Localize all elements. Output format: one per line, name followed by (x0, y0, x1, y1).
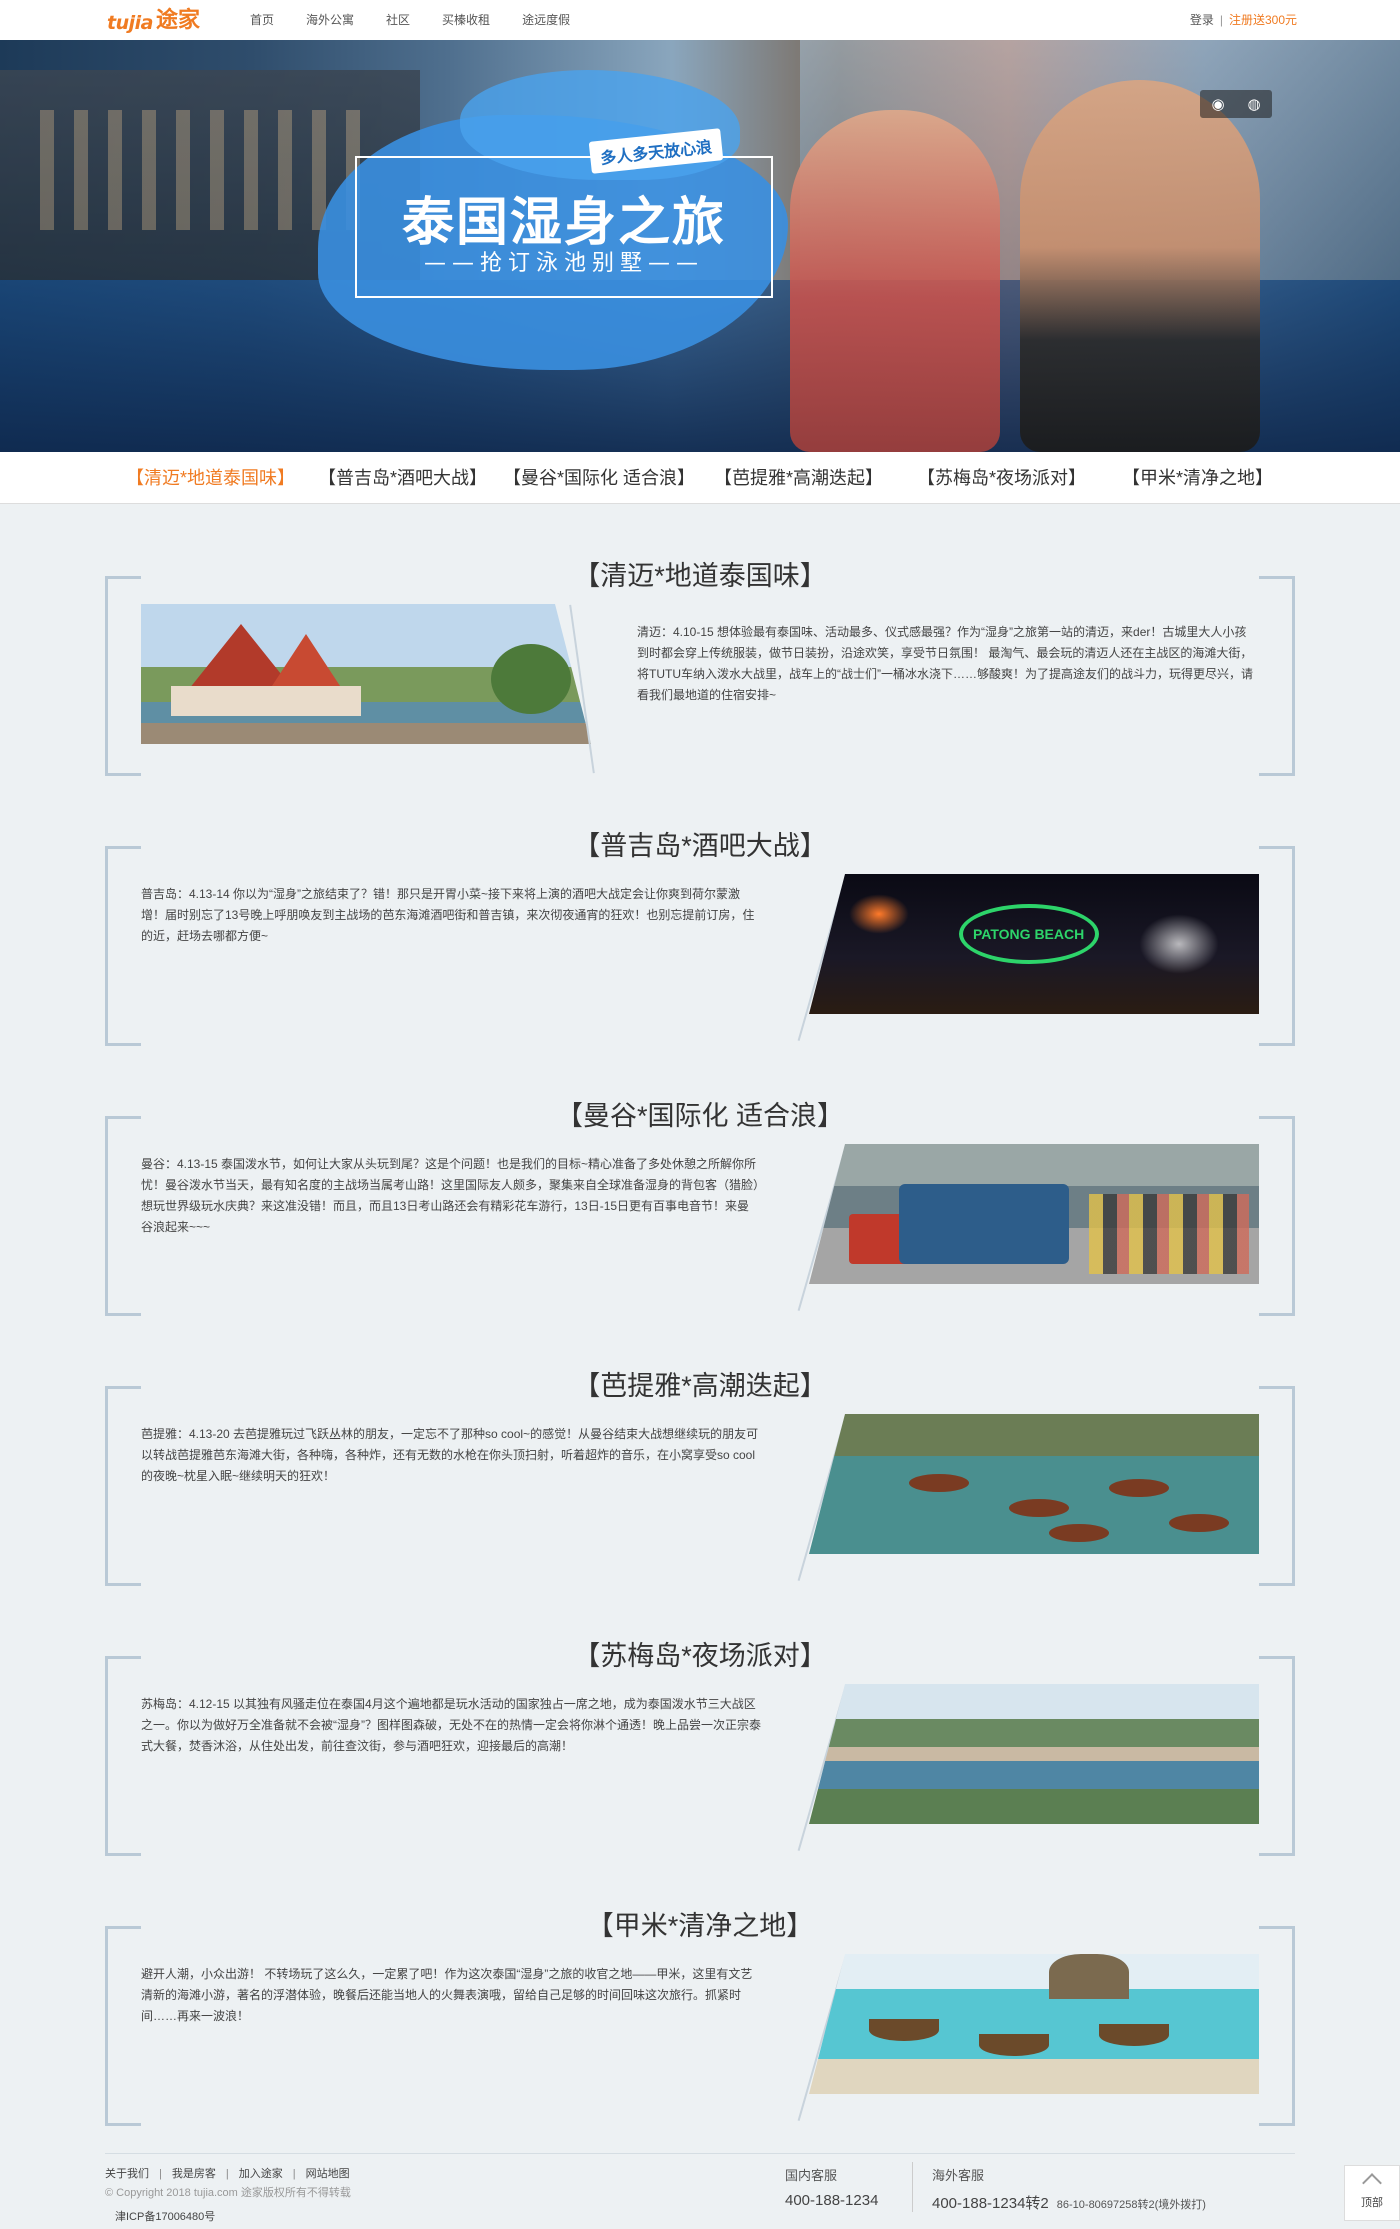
section-bangkok: 【曼谷*国际化 适合浪】 曼谷：4.13-15 泰国泼水节，如何让大家从头玩到尾… (105, 1101, 1295, 1316)
section-pattaya: 【芭提雅*高潮迭起】 芭提雅：4.13-20 去芭提雅玩过飞跃丛林的朋友，一定忘… (105, 1371, 1295, 1586)
overseas-service: 海外客服 400-188-1234转2 86-10-80697258转2(境外拨打… (932, 2165, 1206, 2213)
krabi-photo (809, 1954, 1259, 2094)
section-description: 避开人潮，小众出游！ 不转场玩了这么久，一定累了吧！作为这次泰国“湿身”之旅的收… (141, 1967, 753, 2023)
section-description: 苏梅岛：4.12-15 以其独有风骚走位在泰国4月这个遍地都是玩水活动的国家独占… (141, 1697, 761, 1753)
login-link[interactable]: 登录 (1190, 13, 1214, 27)
destination-tabs: 【清迈*地道泰国味】 【普吉岛*酒吧大战】 【曼谷*国际化 适合浪】 【芭提雅*… (0, 452, 1400, 504)
photo-sign-text: PATONG BEACH (973, 926, 1085, 942)
footer-sitemap[interactable]: 网站地图 (306, 2168, 350, 2180)
bracket-right (1259, 846, 1295, 1046)
section-description: 清迈：4.10-15 想体验最有泰国味、活动最多、仪式感最强？作为“湿身”之旅第… (637, 625, 1253, 702)
section-title: 【清迈*地道泰国味】 (569, 561, 831, 591)
overseas-service-tel: 400-188-1234转2 (932, 2195, 1049, 2212)
pattaya-photo (809, 1414, 1259, 1554)
section-title: 【曼谷*国际化 适合浪】 (551, 1101, 848, 1131)
tujia-logo[interactable]: tujia 途家 (107, 6, 200, 34)
copyright-text: © Copyright 2018 tujia.com 途家版权所有不得转载 (105, 2187, 351, 2199)
banner-person-woman (1020, 80, 1260, 452)
tab-chiangmai[interactable]: 【清迈*地道泰国味】 (126, 452, 295, 504)
top-navbar: tujia 途家 首页 海外公寓 社区 买榛收租 途远度假 登录 | 注册送300元 (0, 0, 1400, 40)
section-description: 普吉岛：4.13-14 你以为“湿身”之旅结束了？错！那只是开胃小菜~接下来将上… (141, 887, 755, 943)
bracket-left (105, 1386, 141, 1586)
chiangmai-photo (141, 604, 591, 744)
samui-photo (809, 1684, 1259, 1824)
footer-about[interactable]: 关于我们 (105, 2168, 149, 2180)
auth-links: 登录 | 注册送300元 (1190, 0, 1297, 40)
domestic-service: 国内客服 400-188-1234 (785, 2165, 878, 2209)
share-buttons: ◉ ◍ (1200, 90, 1272, 118)
bracket-right (1259, 1386, 1295, 1586)
section-title: 【普吉岛*酒吧大战】 (569, 831, 831, 861)
nav-overseas-apartment[interactable]: 海外公寓 (306, 0, 354, 40)
wechat-icon[interactable]: ◍ (1247, 95, 1260, 113)
logo-text-cn: 途家 (155, 8, 200, 33)
bracket-left (105, 1116, 141, 1316)
nav-tuyuan-vacation[interactable]: 途远度假 (522, 0, 570, 40)
tab-krabi[interactable]: 【甲米*清净之地】 (1122, 452, 1273, 504)
banner-subtitle: ——抢订泳池别墅—— (423, 251, 704, 276)
section-title: 【甲米*清净之地】 (582, 1911, 818, 1941)
tab-samui[interactable]: 【苏梅岛*夜场派对】 (917, 452, 1086, 504)
section-krabi: 【甲米*清净之地】 避开人潮，小众出游！ 不转场玩了这么久，一定累了吧！作为这次… (105, 1911, 1295, 2126)
bracket-right (1259, 576, 1295, 776)
tab-pattaya[interactable]: 【芭提雅*高潮迭起】 (714, 452, 883, 504)
register-link[interactable]: 注册送300元 (1229, 13, 1297, 27)
bracket-left (105, 576, 141, 776)
auth-separator: | (1219, 13, 1223, 27)
tab-bangkok[interactable]: 【曼谷*国际化 适合浪】 (503, 452, 695, 504)
back-to-top-button[interactable]: 顶部 (1344, 2165, 1400, 2221)
main-nav: 首页 海外公寓 社区 买榛收租 途远度假 (250, 0, 602, 40)
footer-guest[interactable]: 我是房客 (172, 2168, 216, 2180)
nav-buy-rent[interactable]: 买榛收租 (442, 0, 490, 40)
back-to-top-label: 顶部 (1361, 2197, 1383, 2209)
banner-person-man (790, 110, 1000, 452)
domestic-service-label: 国内客服 (785, 2168, 838, 2183)
bracket-left (105, 846, 141, 1046)
section-chiangmai: 【清迈*地道泰国味】 清迈：4.10-15 想体验最有泰国味、活动最多、仪式感最… (105, 561, 1295, 776)
hero-banner: 多人多天放心浪 泰国湿身之旅 ——抢订泳池别墅—— ◉ ◍ (0, 40, 1400, 452)
section-phuket: 【普吉岛*酒吧大战】 普吉岛：4.13-14 你以为“湿身”之旅结束了？错！那只… (105, 831, 1295, 1046)
section-description: 芭提雅：4.13-20 去芭提雅玩过飞跃丛林的朋友，一定忘不了那种so cool… (141, 1427, 759, 1483)
footer-links: 关于我们 | 我是房客 | 加入途家 | 网站地图 (105, 2168, 350, 2180)
phuket-photo: PATONG BEACH (809, 874, 1259, 1014)
footer-vertical-divider (912, 2162, 913, 2212)
weibo-icon[interactable]: ◉ (1211, 95, 1224, 113)
tab-phuket[interactable]: 【普吉岛*酒吧大战】 (318, 452, 487, 504)
section-title: 【苏梅岛*夜场派对】 (569, 1641, 831, 1671)
bangkok-photo (809, 1144, 1259, 1284)
domestic-service-tel: 400-188-1234 (785, 2192, 879, 2209)
overseas-service-label: 海外客服 (932, 2168, 985, 2183)
footer-join[interactable]: 加入途家 (239, 2168, 283, 2180)
bracket-left (105, 1926, 141, 2126)
bracket-right (1259, 1926, 1295, 2126)
icp-number[interactable]: 津ICP备17006480号 (115, 2208, 215, 2224)
bracket-left (105, 1656, 141, 1856)
section-description: 曼谷：4.13-15 泰国泼水节，如何让大家从头玩到尾？这是个问题！也是我们的目… (141, 1157, 760, 1234)
nav-community[interactable]: 社区 (386, 0, 410, 40)
chevron-up-icon (1362, 2173, 1382, 2193)
overseas-service-tel-2: 86-10-80697258转2(境外拨打) (1056, 2199, 1206, 2211)
banner-title: 泰国湿身之旅 (401, 193, 726, 253)
bracket-right (1259, 1656, 1295, 1856)
logo-text-en: tujia (107, 12, 153, 34)
section-samui: 【苏梅岛*夜场派对】 苏梅岛：4.12-15 以其独有风骚走位在泰国4月这个遍地… (105, 1641, 1295, 1856)
nav-home[interactable]: 首页 (250, 0, 274, 40)
bracket-right (1259, 1116, 1295, 1316)
footer-divider (105, 2153, 1295, 2154)
section-title: 【芭提雅*高潮迭起】 (569, 1371, 831, 1401)
